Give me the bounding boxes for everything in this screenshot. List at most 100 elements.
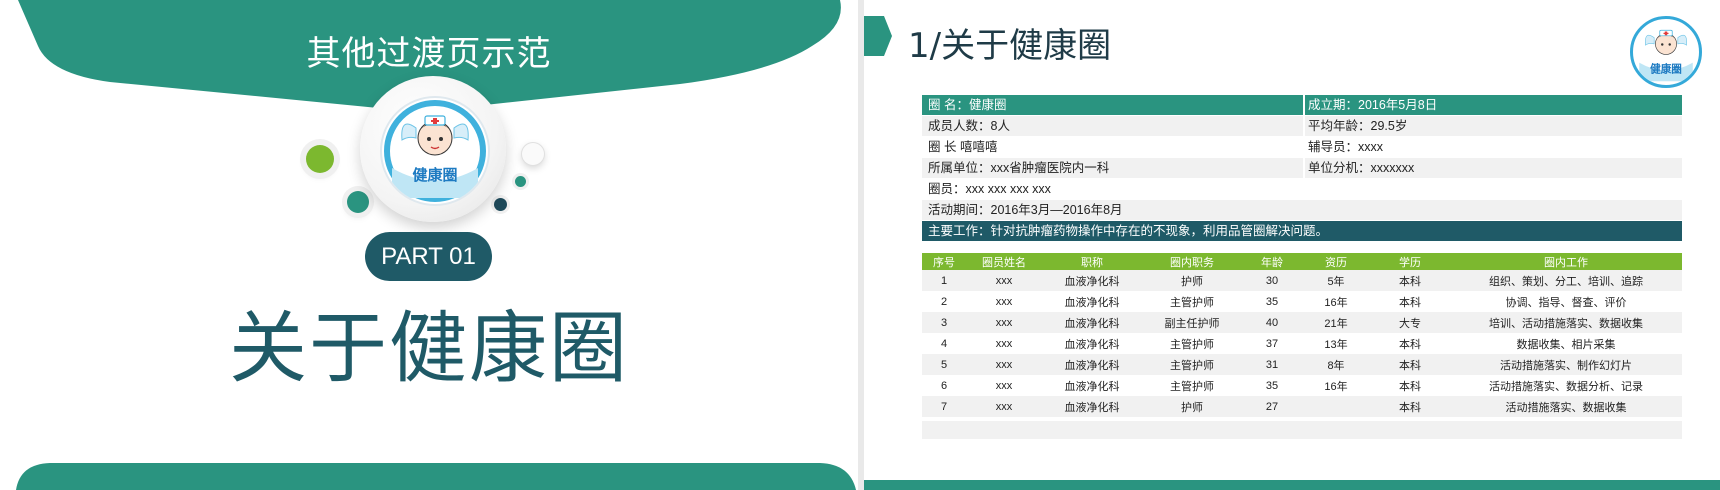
column-header: 序号	[922, 253, 966, 270]
table-cell: xxx	[966, 396, 1042, 417]
info-left: 成员人数：8人	[928, 119, 1010, 133]
info-row: 圈员：xxx xxx xxx xxx	[922, 179, 1682, 200]
members-table: 序号 圈员姓名 职称 圈内职务 年龄 资历 学历 圈内工作 1 xxx 血液净化科护…	[922, 253, 1682, 439]
svg-text:健康圈: 健康圈	[412, 166, 457, 184]
info-left: 所属单位：xxx省肿瘤医院内一科	[928, 161, 1110, 175]
divider	[1303, 95, 1305, 115]
slide-title: 1/关于健康圈	[908, 26, 1112, 66]
table-cell: 5	[922, 354, 966, 375]
table-cell: 数据收集、相片采集	[1516, 338, 1616, 351]
part-label: PART 01	[365, 232, 492, 281]
table-cell: 血液净化科	[1042, 312, 1142, 333]
table-header-row: 序号 圈员姓名 职称 圈内职务 年龄 资历 学历 圈内工作	[922, 253, 1682, 270]
divider	[1303, 158, 1305, 178]
nurse-logo-icon: 健康圈	[1639, 29, 1693, 82]
table-cell: 大专	[1370, 312, 1450, 333]
table-cell: 本科	[1399, 296, 1421, 309]
info-row: 活动期间：2016年3月—2016年8月	[922, 200, 1682, 221]
info-row: 成员人数：8人 平均年龄：29.5岁	[922, 116, 1682, 137]
table-row-empty	[922, 421, 1682, 439]
table-cell: 本科	[1370, 396, 1450, 417]
table-cell: 1	[922, 270, 966, 291]
content-slide: 1/关于健康圈 健康圈 圈 名：健康圈 成立期：2016年5月8日 成员人数：8…	[864, 0, 1720, 490]
svg-text:健康圈: 健康圈	[1650, 63, 1682, 76]
table-row: 2 xxx 血液净化科 主管护师 35 16年 本科 协调、指导、督查、评价	[922, 291, 1682, 312]
teal-dot	[347, 191, 369, 213]
table-cell: 副主任护师	[1142, 312, 1242, 333]
table-cell: 血液净化科	[1064, 338, 1120, 351]
column-header: 职称	[1042, 253, 1142, 270]
table-cell: 活动措施落实、数据分析、记录	[1489, 380, 1643, 393]
table-cell: 血液净化科	[1064, 380, 1120, 393]
bottom-banner-shape	[16, 463, 856, 490]
table-cell: xxx	[966, 354, 1042, 375]
table-cell: 主管护师	[1170, 380, 1214, 393]
table-row: 4 xxx 血液净化科 主管护师 37 13年 本科 数据收集、相片采集	[922, 333, 1682, 354]
table-cell	[922, 421, 1682, 439]
table-cell: 血液净化科	[1042, 396, 1142, 417]
table-cell: 35	[1265, 295, 1279, 308]
table-cell: 主管护师	[1170, 338, 1214, 351]
nurse-logo-icon: 健康圈	[384, 100, 486, 202]
column-header: 圈内职务	[1142, 253, 1242, 270]
table-cell: 协调、指导、督查、评价	[1505, 296, 1627, 309]
table-row: 6 xxx 血液净化科 主管护师 35 16年 本科 活动措施落实、数据分析、记录	[922, 375, 1682, 396]
divider	[1303, 116, 1305, 136]
table-cell: 本科	[1370, 270, 1450, 291]
table-cell: xxx	[966, 312, 1042, 333]
nurse-logo-small: 健康圈	[1630, 16, 1702, 88]
table-cell: 组织、策划、分工、培训、追踪	[1450, 270, 1682, 291]
table-cell: 4	[940, 337, 948, 350]
table-cell: 27	[1242, 396, 1302, 417]
table-cell: 7	[922, 396, 966, 417]
column-header: 年龄	[1242, 253, 1302, 270]
table-row: 1 xxx 血液净化科 护师 30 5年 本科 组织、策划、分工、培训、追踪	[922, 270, 1682, 291]
table-cell: xxx	[995, 295, 1013, 308]
info-left: 主要工作：针对抗肿瘤药物操作中存在的不现象，利用品管圈解决问题。	[928, 224, 1329, 238]
table-cell: 8年	[1302, 354, 1370, 375]
table-cell: 活动措施落实、数据收集	[1450, 396, 1682, 417]
table-row: 5 xxx 血液净化科 主管护师 31 8年 本科 活动措施落实、制作幻灯片	[922, 354, 1682, 375]
table-cell: 16年	[1324, 296, 1348, 309]
table-row: 7 xxx 血液净化科 护师 27 本科 活动措施落实、数据收集	[922, 396, 1682, 417]
info-right: 成立期：2016年5月8日	[1308, 98, 1438, 112]
table-cell: 30	[1242, 270, 1302, 291]
table-cell: 护师	[1142, 270, 1242, 291]
navy-dot	[494, 198, 507, 211]
table-cell: 主管护师	[1142, 354, 1242, 375]
info-left: 圈员：xxx xxx xxx xxx	[928, 182, 1051, 196]
column-header: 资历	[1302, 253, 1370, 270]
transition-slide: 其他过渡页示范 健康圈 PART 01 关于健康圈	[0, 0, 858, 490]
info-row: 圈 名：健康圈 成立期：2016年5月8日	[922, 95, 1682, 116]
info-row: 圈 长 嘻嘻嘻 辅导员：xxxx	[922, 137, 1682, 158]
info-left: 圈 名：健康圈	[928, 98, 1007, 112]
table-cell: 13年	[1324, 338, 1348, 351]
table-cell: 16年	[1324, 380, 1348, 393]
small-teal-dot	[515, 176, 526, 187]
info-right: 平均年龄：29.5岁	[1308, 119, 1408, 133]
table-cell: xxx	[995, 379, 1013, 392]
info-left: 活动期间：2016年3月—2016年8月	[928, 203, 1123, 217]
table-cell: xxx	[966, 270, 1042, 291]
table-cell: 本科	[1370, 354, 1450, 375]
table-cell	[1302, 396, 1370, 417]
table-cell: 5年	[1302, 270, 1370, 291]
info-row: 所属单位：xxx省肿瘤医院内一科 单位分机：xxxxxxx	[922, 158, 1682, 179]
table-cell: 37	[1265, 337, 1279, 350]
title-arrow-icon	[864, 16, 892, 56]
info-left: 圈 长 嘻嘻嘻	[928, 140, 998, 154]
table-cell: 本科	[1399, 380, 1421, 393]
bottom-bar	[864, 480, 1720, 490]
table-cell: 21年	[1302, 312, 1370, 333]
circle-info-block: 圈 名：健康圈 成立期：2016年5月8日 成员人数：8人 平均年龄：29.5岁…	[922, 95, 1682, 242]
table-cell: 培训、活动措施落实、数据收集	[1450, 312, 1682, 333]
table-row: 3 xxx 血液净化科 副主任护师 40 21年 大专 培训、活动措施落实、数据收集	[922, 312, 1682, 333]
table-cell: 护师	[1142, 396, 1242, 417]
table-cell: 35	[1265, 379, 1279, 392]
column-header: 圈内工作	[1450, 253, 1682, 270]
table-cell: 血液净化科	[1064, 296, 1120, 309]
table-cell: 血液净化科	[1042, 270, 1142, 291]
column-header: 圈员姓名	[966, 253, 1042, 270]
table-cell: 本科	[1399, 338, 1421, 351]
table-cell: 活动措施落实、制作幻灯片	[1450, 354, 1682, 375]
